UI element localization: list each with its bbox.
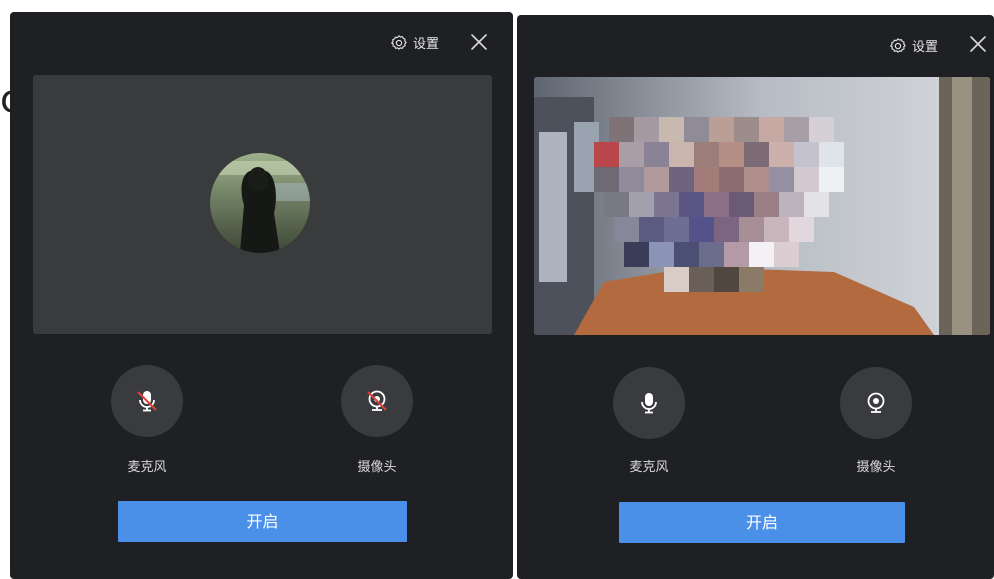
- camera-toggle-button[interactable]: [341, 365, 413, 437]
- microphone-label: 麦克风: [127, 460, 167, 475]
- camera-frame-image: [534, 77, 990, 335]
- gear-icon: [890, 37, 906, 53]
- camera-video-feed: [534, 77, 990, 335]
- microphone-toggle-button[interactable]: [111, 365, 183, 437]
- gear-icon: [391, 34, 407, 50]
- camera-label: 摄像头: [856, 460, 896, 475]
- avatar-photo: [210, 153, 310, 253]
- video-preview: [33, 75, 492, 334]
- camera-icon: [867, 392, 885, 413]
- user-avatar: [210, 153, 310, 253]
- close-icon[interactable]: [470, 33, 488, 51]
- camera-icon: [367, 390, 387, 411]
- microphone-toggle-button[interactable]: [613, 367, 685, 439]
- microphone-icon: [137, 391, 157, 412]
- settings-button[interactable]: 设置: [889, 36, 938, 55]
- settings-label: 设置: [912, 40, 939, 55]
- settings-label: 设置: [413, 37, 440, 52]
- camera-label: 摄像头: [357, 460, 397, 475]
- microphone-label: 麦克风: [629, 460, 669, 475]
- start-button[interactable]: 开启: [619, 502, 905, 543]
- settings-button[interactable]: 设置: [390, 33, 439, 52]
- device-check-panel-camera-off: 设置 麦克风 摄像头 开启: [10, 12, 513, 579]
- camera-toggle-button[interactable]: [840, 367, 912, 439]
- close-icon[interactable]: [969, 35, 987, 53]
- device-check-panel-camera-on: 设置 麦克风 摄像头 开启: [517, 15, 994, 579]
- start-button[interactable]: 开启: [118, 501, 407, 542]
- microphone-icon: [641, 393, 657, 414]
